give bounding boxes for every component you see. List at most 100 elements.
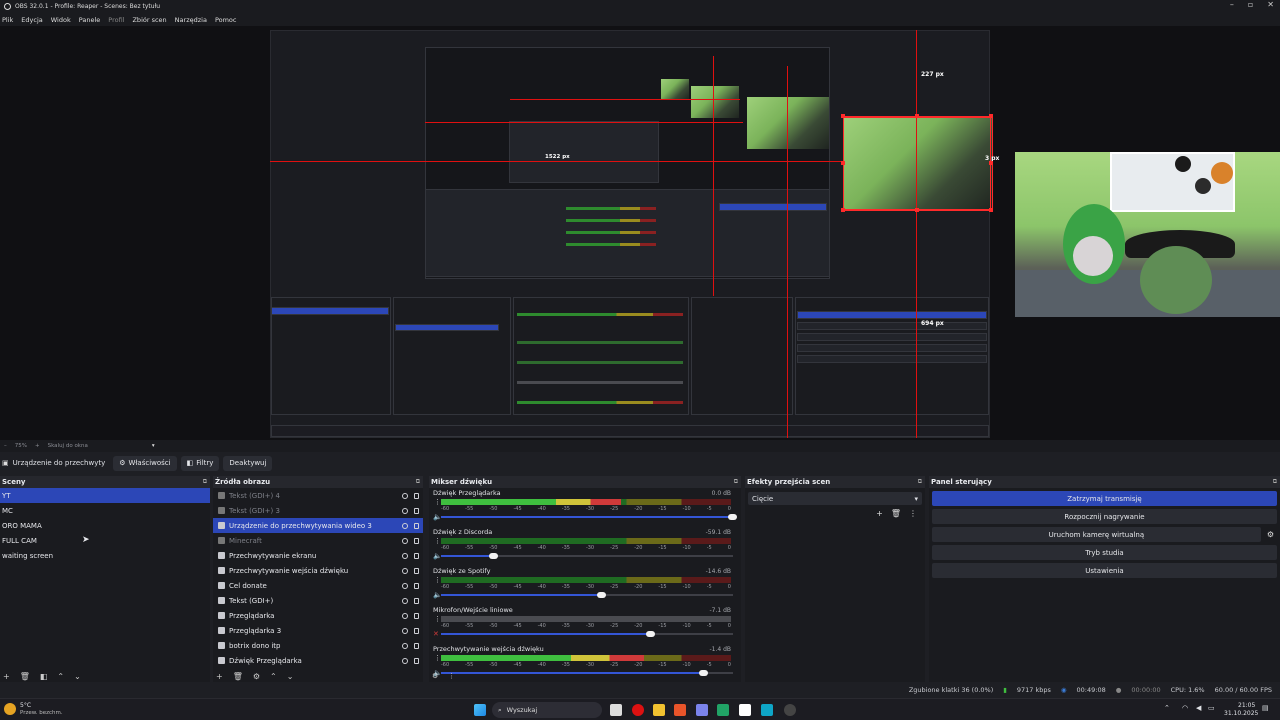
minimize-icon[interactable]: – <box>1230 0 1234 9</box>
move-up-icon[interactable]: ⌃ <box>270 672 277 681</box>
mixer-menu-icon[interactable]: ⋮ <box>448 672 455 680</box>
menu-file[interactable]: Plik <box>2 16 13 24</box>
volume-slider[interactable] <box>441 514 737 520</box>
volume-slider[interactable] <box>441 553 733 559</box>
start-virtual-camera-button[interactable]: Uruchom kamerę wirtualną <box>932 527 1261 542</box>
start-recording-button[interactable]: Rozpocznij nagrywanie <box>932 509 1277 524</box>
lock-icon[interactable] <box>414 642 419 649</box>
menu-docks[interactable]: Panele <box>79 16 101 24</box>
scene-item-waiting-screen[interactable]: waiting screen <box>0 548 210 563</box>
taskbar-search[interactable]: ⌕ Wyszukaj <box>492 702 602 718</box>
dock-float-icon[interactable]: ⧉ <box>734 478 738 486</box>
volume-knob[interactable] <box>728 514 737 520</box>
volume-knob[interactable] <box>596 592 606 598</box>
muted-speaker-icon[interactable]: ✕ <box>433 630 439 638</box>
visibility-eye-icon[interactable] <box>402 507 408 514</box>
scene-item-oro-mama[interactable]: ORO MAMA <box>0 518 210 533</box>
lock-icon[interactable] <box>414 657 419 664</box>
channel-menu-icon[interactable]: ⋮ <box>434 498 441 506</box>
preview-canvas[interactable]: 227 px 1522 px 694 px 3 px <box>0 26 1280 440</box>
source-item[interactable]: Tekst (GDI+) 4 <box>213 488 423 503</box>
clock-date[interactable]: 31.10.2025 <box>1224 710 1258 717</box>
maximize-icon[interactable]: ▫ <box>1248 0 1253 9</box>
dock-float-icon[interactable]: ⧉ <box>203 478 207 486</box>
menu-profile[interactable]: Profil <box>108 16 124 24</box>
visibility-eye-icon[interactable] <box>402 612 408 619</box>
folder-icon[interactable] <box>653 704 665 716</box>
add-scene-icon[interactable]: + <box>3 672 10 681</box>
lock-icon[interactable] <box>414 567 419 574</box>
volume-slider[interactable] <box>441 631 733 637</box>
settings-button[interactable]: Ustawienia <box>932 563 1277 578</box>
battery-icon[interactable]: ▭ <box>1208 704 1215 712</box>
volume-knob[interactable] <box>646 631 656 637</box>
scene-item-mc[interactable]: MC <box>0 503 210 518</box>
webcam-source[interactable] <box>1015 152 1280 317</box>
scene-item-yt[interactable]: YT <box>0 488 210 503</box>
lock-icon[interactable] <box>414 537 419 544</box>
chevron-down-icon[interactable]: ▾ <box>152 443 155 449</box>
dock-float-icon[interactable]: ⧉ <box>416 478 420 486</box>
source-item[interactable]: Urządzenie do przechwytywania wideo 3 <box>213 518 423 533</box>
zoom-fit-select[interactable]: Skaluj do okna <box>48 443 88 449</box>
channel-menu-icon[interactable]: ⋮ <box>434 654 441 662</box>
menu-tools[interactable]: Narzędzia <box>175 16 207 24</box>
lock-icon[interactable] <box>414 522 419 529</box>
move-down-icon[interactable]: ⌄ <box>74 672 81 681</box>
visibility-eye-icon[interactable] <box>402 582 408 589</box>
source-item[interactable]: Minecraft <box>213 533 423 548</box>
capcut-icon[interactable] <box>739 704 751 716</box>
source-item[interactable]: Cel donate <box>213 578 423 593</box>
lock-icon[interactable] <box>414 597 419 604</box>
source-item[interactable]: Dźwięk Przeglądarka <box>213 653 423 668</box>
transition-select[interactable]: Cięcie ▾ <box>748 492 922 505</box>
visibility-eye-icon[interactable] <box>402 552 408 559</box>
source-item[interactable]: Przeglądarka <box>213 608 423 623</box>
wifi-icon[interactable]: ◠ <box>1182 704 1188 712</box>
move-down-icon[interactable]: ⌄ <box>287 672 294 681</box>
source-item[interactable]: Przeglądarka 3 <box>213 623 423 638</box>
filters-button[interactable]: ◧ Filtry <box>180 455 220 471</box>
properties-button[interactable]: ⚙ Właściwości <box>113 455 177 471</box>
task-view-icon[interactable] <box>610 704 622 716</box>
visibility-eye-icon[interactable] <box>402 642 408 649</box>
windows-start-icon[interactable] <box>474 704 486 716</box>
scene-item-full-cam[interactable]: FULL CAM ➤ <box>0 533 210 548</box>
menu-help[interactable]: Pomoc <box>215 16 237 24</box>
studio-mode-button[interactable]: Tryb studia <box>932 545 1277 560</box>
lock-icon[interactable] <box>414 612 419 619</box>
lock-icon[interactable] <box>414 507 419 514</box>
source-item[interactable]: botrix dono itp <box>213 638 423 653</box>
clock-time[interactable]: 21:05 <box>1238 702 1255 709</box>
source-item[interactable]: Tekst (GDI+) 3 <box>213 503 423 518</box>
remove-source-icon[interactable]: 🗑 <box>233 672 243 681</box>
teams-icon[interactable] <box>696 704 708 716</box>
source-item[interactable]: Przechwytywanie wejścia dźwięku <box>213 563 423 578</box>
notifications-icon[interactable]: ▤ <box>1262 704 1269 712</box>
dock-float-icon[interactable]: ⧉ <box>1273 478 1277 486</box>
visibility-eye-icon[interactable] <box>402 597 408 604</box>
selected-source-box[interactable] <box>843 116 991 210</box>
remove-transition-icon[interactable]: 🗑 <box>891 509 901 518</box>
brave-icon[interactable] <box>674 704 686 716</box>
volume-icon[interactable]: ◀ <box>1196 704 1201 712</box>
source-properties-icon[interactable]: ⚙ <box>253 672 260 681</box>
add-source-icon[interactable]: + <box>216 672 223 681</box>
visibility-eye-icon[interactable] <box>402 657 408 664</box>
lock-icon[interactable] <box>414 627 419 634</box>
dock-float-icon[interactable]: ⧉ <box>918 478 922 486</box>
virtual-camera-gear-icon[interactable]: ⚙ <box>1267 530 1274 539</box>
visibility-eye-icon[interactable] <box>402 492 408 499</box>
deactivate-button[interactable]: Deaktywuj <box>223 455 273 471</box>
app-blue-icon[interactable] <box>761 704 773 716</box>
channel-menu-icon[interactable]: ⋮ <box>434 615 441 623</box>
tray-chevron-icon[interactable]: ⌃ <box>1164 704 1170 712</box>
move-up-icon[interactable]: ⌃ <box>57 672 64 681</box>
remove-scene-icon[interactable]: 🗑 <box>20 672 30 681</box>
stop-streaming-button[interactable]: Zatrzymaj transmisję <box>932 491 1277 506</box>
volume-knob[interactable] <box>488 553 498 559</box>
add-transition-icon[interactable]: + <box>876 509 883 518</box>
mixer-settings-icon[interactable]: ⚙ <box>432 672 438 680</box>
close-icon[interactable]: ✕ <box>1267 0 1274 9</box>
visibility-eye-icon[interactable] <box>402 627 408 634</box>
